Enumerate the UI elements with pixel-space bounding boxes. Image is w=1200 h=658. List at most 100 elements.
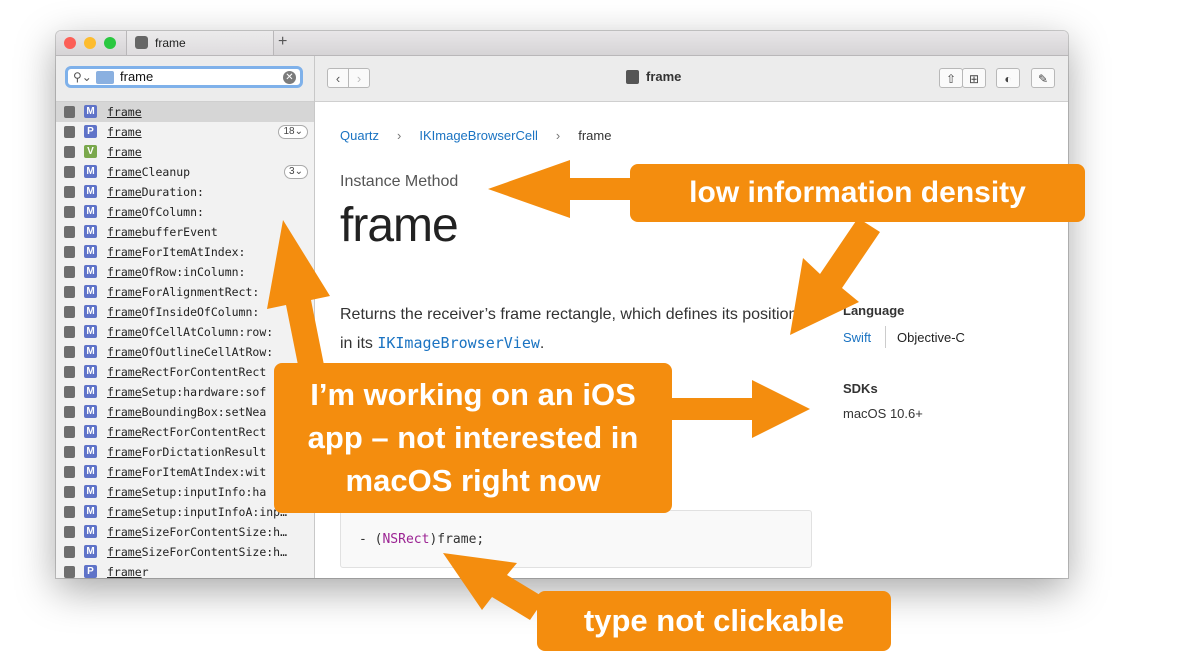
result-row[interactable]: MframeCleanup 3⌄ <box>56 162 314 182</box>
zoom-window-button[interactable] <box>104 37 116 49</box>
result-row[interactable]: Vframe <box>56 142 314 162</box>
result-name: frameOfColumn: <box>107 205 204 219</box>
result-match: frame <box>107 365 142 379</box>
result-row[interactable]: Pframer <box>56 562 314 578</box>
result-name: frame <box>107 125 142 139</box>
result-rest: OfOutlineCellAtRow: <box>141 345 274 359</box>
magnifier-icon[interactable]: ⚲⌄ <box>73 70 92 84</box>
language-divider <box>885 326 886 348</box>
forward-button[interactable]: › <box>348 68 370 88</box>
back-button[interactable]: ‹ <box>327 68 349 88</box>
apple-icon <box>626 70 639 84</box>
result-row[interactable]: MframeForAlignmentRect: <box>56 282 314 302</box>
symbol-kind-badge: P <box>84 565 97 578</box>
bookmarks-icon[interactable]: ⊞ <box>962 68 986 88</box>
result-name: frameSetup:hardware:sof <box>107 385 266 399</box>
result-match: frame <box>107 565 142 578</box>
search-field[interactable]: ⚲⌄ frame ✕ <box>65 66 303 88</box>
platform-filter-icon[interactable] <box>96 71 114 84</box>
result-rest: OfInsideOfColumn: <box>141 305 260 319</box>
close-window-button[interactable] <box>64 37 76 49</box>
result-name: frameForItemAtIndex:wit <box>107 465 266 479</box>
result-row[interactable]: Mframe <box>56 102 314 122</box>
annotate-icon[interactable]: ✎ <box>1031 68 1055 88</box>
result-match: frame <box>107 305 142 319</box>
symbol-kind-badge: M <box>84 245 97 258</box>
doc-toolbar: ‹ › frame ⇧ ⊞ ◐ ✎ <box>315 56 1068 102</box>
result-row[interactable]: Pframe 18⌄ <box>56 122 314 142</box>
result-rest: Setup:hardware:sof <box>141 385 267 399</box>
clear-search-icon[interactable]: ✕ <box>283 71 296 84</box>
result-name: frameBoundingBox:setNea <box>107 405 266 419</box>
symbol-kind-badge: M <box>84 545 97 558</box>
result-match: frame <box>107 325 142 339</box>
annotation-ios: I’m working on an iOS app – not interest… <box>274 363 672 513</box>
result-row[interactable]: MframeOfInsideOfColumn: <box>56 302 314 322</box>
result-name: frameCleanup <box>107 165 190 179</box>
overload-count-badge[interactable]: 18⌄ <box>278 125 308 139</box>
breadcrumb-separator: › <box>555 128 561 143</box>
result-row[interactable]: MframeSizeForContentSize:h… <box>56 522 314 542</box>
result-rest: ForItemAtIndex:wit <box>141 465 267 479</box>
search-input[interactable]: frame <box>120 69 153 84</box>
result-name: frameSizeForContentSize:h… <box>107 545 287 559</box>
apple-icon <box>64 106 75 118</box>
ikimagebrowserview-link[interactable]: IKImageBrowserView <box>377 334 540 352</box>
result-row[interactable]: MframeOfRow:inColumn: <box>56 262 314 282</box>
apple-icon <box>64 446 75 458</box>
breadcrumb-ikimagebrowsercell[interactable]: IKImageBrowserCell <box>419 128 538 143</box>
result-row[interactable]: MframeOfCellAtColumn:row: <box>56 322 314 342</box>
apple-icon <box>64 306 75 318</box>
result-match: frame <box>107 385 142 399</box>
language-objective-c[interactable]: Objective-C <box>897 330 965 345</box>
result-match: frame <box>107 405 142 419</box>
result-name: frameOfInsideOfColumn: <box>107 305 259 319</box>
result-rest: ForAlignmentRect: <box>141 285 260 299</box>
result-match: frame <box>107 205 142 219</box>
result-name: framebufferEvent <box>107 225 218 239</box>
result-row[interactable]: MframeForItemAtIndex: <box>56 242 314 262</box>
new-tab-button[interactable]: + <box>278 33 287 51</box>
abstract-end: . <box>539 335 545 352</box>
result-name: frameSizeForContentSize:h… <box>107 525 287 539</box>
declaration-prefix: - ( <box>359 532 383 547</box>
page-title: frame <box>340 199 459 252</box>
annotation-information-density: low information density <box>630 164 1085 222</box>
tab-frame[interactable]: frame <box>126 31 274 55</box>
result-rest: ForDictationResult <box>141 445 267 459</box>
breadcrumb-quartz[interactable]: Quartz <box>340 128 379 143</box>
apple-icon <box>64 406 75 418</box>
apple-icon <box>64 346 75 358</box>
result-rest: OfRow:inColumn: <box>141 265 246 279</box>
result-name: frame <box>107 145 142 159</box>
result-match: frame <box>107 265 142 279</box>
result-rest: Setup:inputInfoA:inp… <box>141 505 288 519</box>
result-name: frameForAlignmentRect: <box>107 285 259 299</box>
declaration-type: NSRect <box>382 532 430 547</box>
result-rest: Duration: <box>141 185 204 199</box>
result-match: frame <box>107 225 142 239</box>
apple-icon <box>64 286 75 298</box>
apple-icon <box>64 526 75 538</box>
result-match: frame <box>107 525 142 539</box>
result-match: frame <box>107 465 142 479</box>
minimize-window-button[interactable] <box>84 37 96 49</box>
result-match: frame <box>107 425 142 439</box>
language-swift[interactable]: Swift <box>843 330 871 345</box>
overload-count-badge[interactable]: 3⌄ <box>284 165 308 179</box>
result-rest: r <box>141 565 149 578</box>
appearance-icon[interactable]: ◐ <box>996 68 1020 88</box>
symbol-kind-badge: P <box>84 125 97 138</box>
result-row[interactable]: MframebufferEvent <box>56 222 314 242</box>
share-icon[interactable]: ⇧ <box>939 68 963 88</box>
result-row[interactable]: MframeDuration: <box>56 182 314 202</box>
symbol-kind-badge: V <box>84 145 97 158</box>
symbol-kind-badge: M <box>84 165 97 178</box>
result-row[interactable]: MframeOfOutlineCellAtRow: <box>56 342 314 362</box>
result-match: frame <box>107 505 142 519</box>
result-row[interactable]: MframeSizeForContentSize:h… <box>56 542 314 562</box>
breadcrumb-current: frame <box>578 128 612 143</box>
symbol-kind-badge: M <box>84 325 97 338</box>
result-row[interactable]: MframeOfColumn: <box>56 202 314 222</box>
result-rest: Setup:inputInfo:ha <box>141 485 267 499</box>
